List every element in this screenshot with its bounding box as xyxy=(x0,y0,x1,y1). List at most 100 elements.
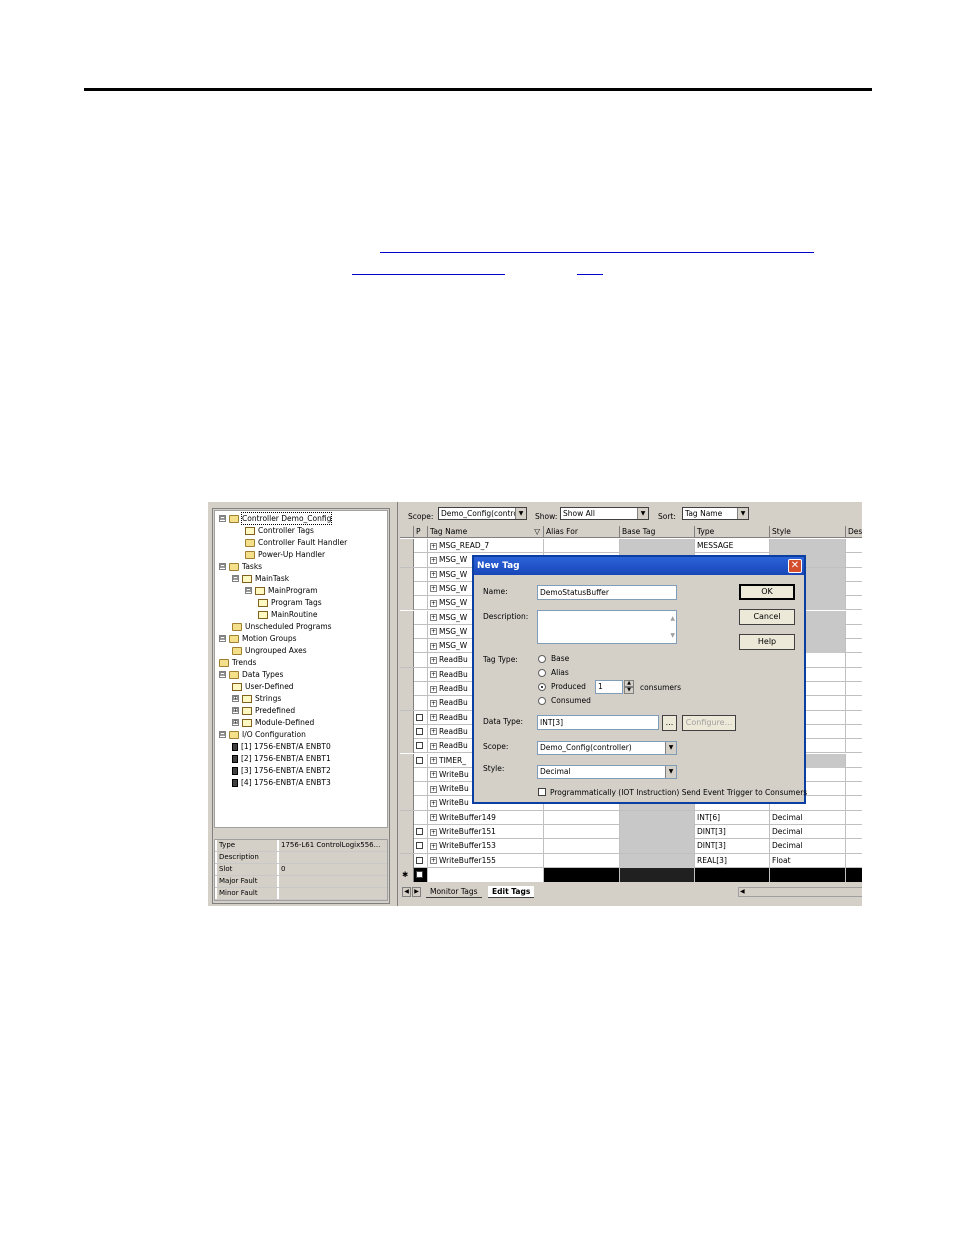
collapse-icon[interactable]: ⊟ xyxy=(219,563,226,570)
tree-item[interactable]: Unscheduled Programs xyxy=(232,621,332,632)
row-selector[interactable] xyxy=(400,667,414,682)
type-cell[interactable]: DINT[3] xyxy=(695,839,770,854)
tree-item[interactable]: ⊟ Tasks xyxy=(219,561,262,572)
produced-checkbox[interactable] xyxy=(416,756,423,764)
style-cell[interactable]: Decimal xyxy=(770,810,846,825)
row-selector[interactable] xyxy=(400,653,414,668)
produced-cell[interactable] xyxy=(414,825,428,839)
description-cell[interactable] xyxy=(846,811,862,825)
configure-button[interactable]: Configure... xyxy=(682,715,736,731)
description-cell[interactable] xyxy=(846,725,862,739)
produced-checkbox[interactable] xyxy=(416,742,423,750)
row-selector[interactable] xyxy=(400,724,414,739)
type-cell[interactable] xyxy=(695,867,770,882)
tree-item[interactable]: ⊞ Module-Defined xyxy=(232,717,314,728)
tag-name-cell[interactable]: + WriteBuffer151 xyxy=(428,825,544,839)
expand-icon[interactable]: + xyxy=(430,728,437,736)
tag-name-cell[interactable]: + WriteBuffer153 xyxy=(428,839,544,854)
description-cell[interactable] xyxy=(846,782,862,796)
horizontal-scrollbar[interactable]: ◀ xyxy=(738,887,862,897)
expand-icon[interactable]: ⊞ xyxy=(232,719,239,726)
tree-item[interactable]: ⊟ MainTask xyxy=(232,573,289,584)
tree-item[interactable]: ⊟ Data Types xyxy=(219,669,283,680)
collapse-icon[interactable]: ⊟ xyxy=(232,575,239,582)
row-selector[interactable] xyxy=(400,710,414,725)
description-cell[interactable] xyxy=(846,739,862,753)
style-select[interactable]: Decimal ▼ xyxy=(537,765,677,779)
tree-item[interactable]: ⊟ Controller Demo_Config xyxy=(219,512,333,525)
expand-icon[interactable]: + xyxy=(430,842,437,850)
row-selector[interactable] xyxy=(400,610,414,625)
expand-icon[interactable]: + xyxy=(430,571,437,579)
alias-cell[interactable] xyxy=(544,867,620,882)
produced-cell[interactable] xyxy=(414,682,428,696)
description-cell[interactable] xyxy=(846,625,862,639)
table-row[interactable]: + WriteBuffer153 DINT[3] Decimal xyxy=(400,839,862,854)
collapse-icon[interactable]: ⊟ xyxy=(219,731,226,738)
expand-icon[interactable]: + xyxy=(430,757,437,764)
produced-cell[interactable] xyxy=(414,553,428,568)
tag-type-radio-consumed[interactable] xyxy=(538,697,546,705)
produced-cell[interactable] xyxy=(414,796,428,811)
description-cell[interactable] xyxy=(846,768,862,782)
tag-type-radio-base[interactable] xyxy=(538,655,546,663)
produced-cell[interactable] xyxy=(414,567,428,582)
tab-monitor-tags[interactable]: Monitor Tags xyxy=(426,886,482,898)
tree-item[interactable]: Trends xyxy=(219,657,256,668)
description-cell[interactable] xyxy=(846,696,862,710)
row-selector[interactable] xyxy=(400,596,414,611)
expand-icon[interactable]: + xyxy=(430,671,437,679)
tree-item[interactable]: [1] 1756-ENBT/A ENBT0 xyxy=(232,741,331,752)
produced-checkbox[interactable] xyxy=(416,713,423,721)
produced-checkbox[interactable] xyxy=(416,828,423,835)
produced-cell[interactable] xyxy=(414,667,428,682)
row-selector[interactable] xyxy=(400,539,414,553)
produced-cell[interactable] xyxy=(414,696,428,711)
produced-checkbox[interactable] xyxy=(416,727,423,735)
produced-checkbox[interactable] xyxy=(416,856,423,864)
tree-item[interactable]: ⊟ I/O Configuration xyxy=(219,729,306,740)
expand-icon[interactable]: + xyxy=(430,585,437,593)
produced-cell[interactable] xyxy=(414,839,428,854)
expand-icon[interactable]: + xyxy=(430,599,437,607)
produced-cell[interactable] xyxy=(414,624,428,639)
description-cell[interactable] xyxy=(846,668,862,682)
expand-icon[interactable]: + xyxy=(430,714,437,722)
consumers-field[interactable]: 1 xyxy=(595,680,623,694)
produced-cell[interactable] xyxy=(414,767,428,782)
row-selector[interactable] xyxy=(400,624,414,639)
description-cell[interactable] xyxy=(846,682,862,696)
tab-edit-tags[interactable]: Edit Tags xyxy=(488,886,535,898)
description-cell[interactable] xyxy=(846,839,862,853)
table-row[interactable]: + WriteBuffer149 INT[6] Decimal xyxy=(400,810,862,825)
description-cell[interactable] xyxy=(846,867,862,882)
scroll-left-arrow-icon[interactable]: ◀ xyxy=(740,888,745,895)
type-cell[interactable]: DINT[3] xyxy=(695,825,770,839)
description-cell[interactable] xyxy=(846,568,862,582)
description-cell[interactable] xyxy=(846,553,862,567)
type-cell[interactable]: MESSAGE xyxy=(695,539,770,553)
hyperlink-underline[interactable] xyxy=(352,274,505,275)
row-selector[interactable] xyxy=(400,782,414,797)
tag-name-cell[interactable]: + WriteBuffer149 xyxy=(428,810,544,825)
description-cell[interactable] xyxy=(846,796,862,810)
style-cell[interactable]: Decimal xyxy=(770,825,846,839)
expand-icon[interactable]: + xyxy=(430,542,437,550)
row-selector[interactable] xyxy=(400,639,414,654)
description-cell[interactable] xyxy=(846,854,862,868)
tree-item[interactable]: Power-Up Handler xyxy=(245,549,325,560)
expand-icon[interactable]: + xyxy=(430,556,437,564)
tree-item[interactable]: Ungrouped Axes xyxy=(232,645,307,656)
expand-icon[interactable]: + xyxy=(430,642,437,650)
tag-type-radio-produced[interactable] xyxy=(538,683,546,691)
collapse-icon[interactable]: ⊟ xyxy=(219,515,226,522)
header-tag-name[interactable]: Tag Name ▽ xyxy=(428,526,544,538)
table-row[interactable]: + MSG_READ_7 MESSAGE xyxy=(400,539,862,554)
produced-cell[interactable] xyxy=(414,810,428,825)
expand-icon[interactable]: + xyxy=(430,857,437,865)
style-cell[interactable] xyxy=(770,539,846,553)
tree-item[interactable]: ⊟ Motion Groups xyxy=(219,633,297,644)
description-field[interactable]: ▲ ▼ xyxy=(537,610,677,644)
description-cell[interactable] xyxy=(846,754,862,768)
tag-name-cell[interactable] xyxy=(428,867,544,882)
